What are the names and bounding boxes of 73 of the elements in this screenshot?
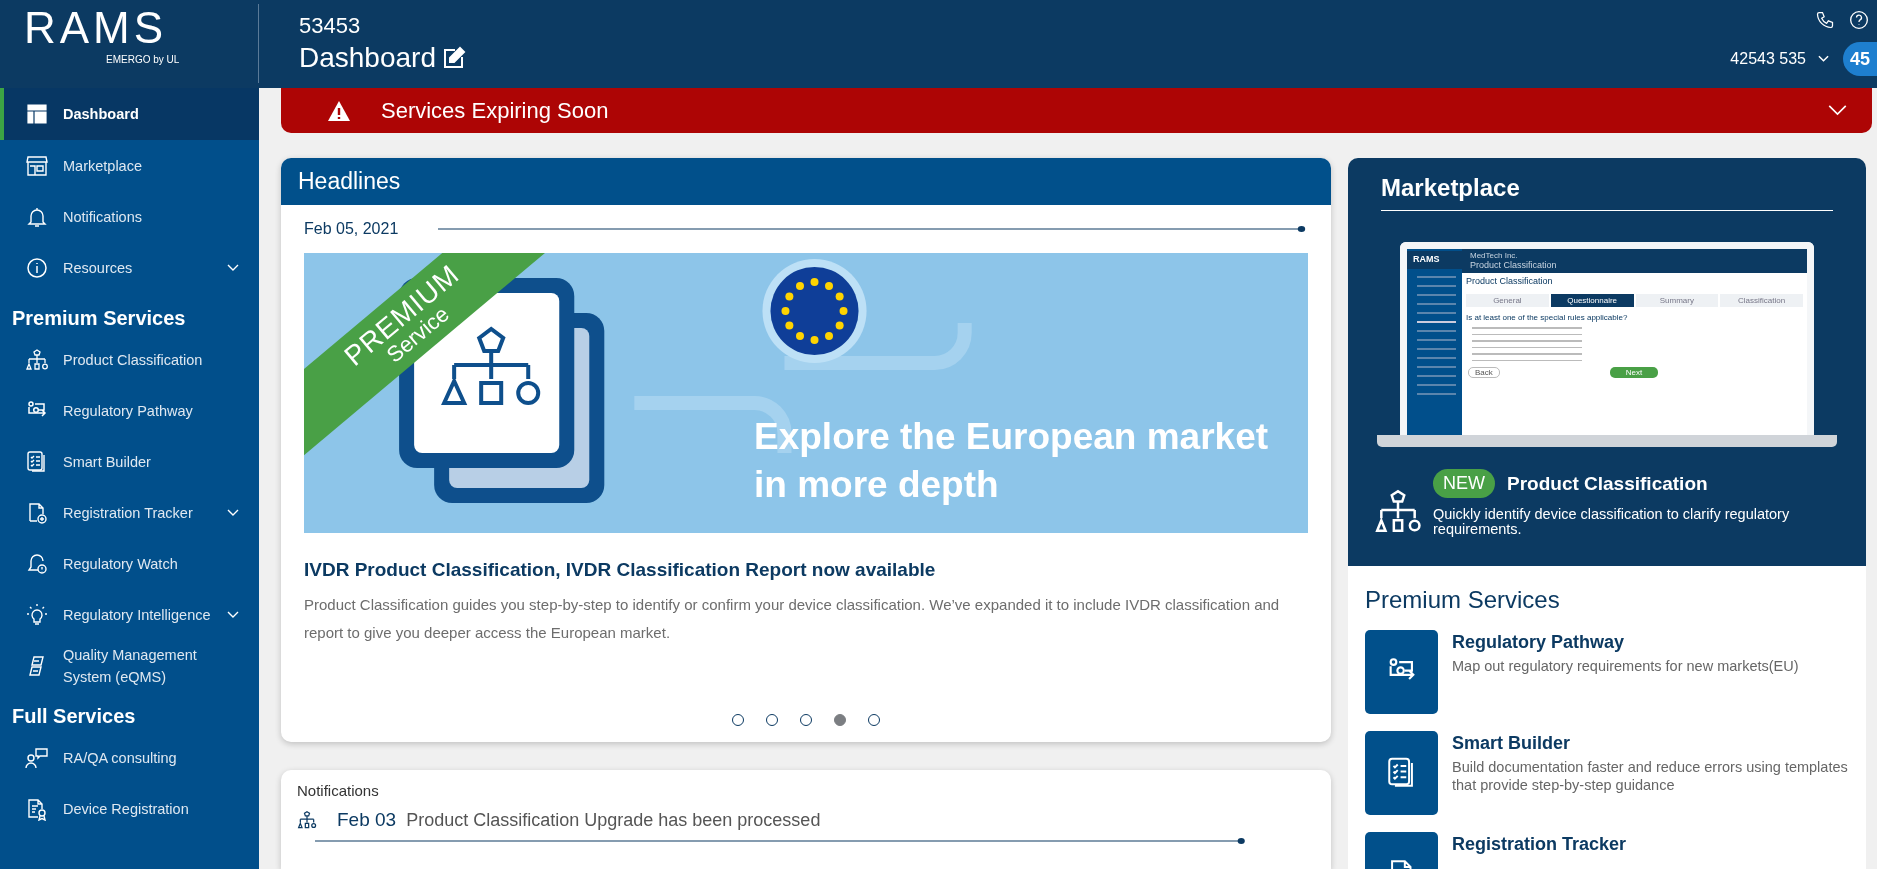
- info-icon: [25, 255, 49, 280]
- panel-title: Marketplace: [1381, 158, 1833, 211]
- edit-icon[interactable]: [442, 46, 466, 70]
- sidebar-item[interactable]: Notifications: [0, 191, 259, 242]
- product-description: Quickly identify device classification to clarify regulatory requirements.: [1433, 507, 1791, 537]
- chevron-down-icon[interactable]: [1828, 105, 1847, 116]
- help-icon[interactable]: [1849, 10, 1869, 30]
- dashboard-icon: [25, 102, 49, 126]
- account-dropdown[interactable]: 42543 535: [1730, 50, 1829, 68]
- page-title: Dashboard: [299, 41, 436, 75]
- preview-logo: RAMS: [1407, 251, 1462, 269]
- product-name[interactable]: Product Classification: [1507, 472, 1708, 495]
- sidebar-item[interactable]: Regulatory Pathway: [0, 385, 259, 436]
- headline-date: Feb 05, 2021: [304, 220, 399, 238]
- sidebar-item[interactable]: RA/QA consulting: [0, 732, 259, 783]
- sidebar-item[interactable]: Quality Management System (eQMS): [0, 640, 259, 691]
- panel-title: Premium Services: [1365, 586, 1561, 614]
- laptop-screen[interactable]: RAMS MedTech Inc. Product Classification Product Classification General Questionnaire Summary Classification Is at least one of the special rules applicable? Back Next: [1400, 242, 1814, 435]
- sidebar-item[interactable]: Regulatory Intelligence: [0, 589, 259, 640]
- logo-tagline: EMERGO by UL: [106, 54, 180, 65]
- account-id: 53453: [299, 12, 362, 40]
- sidebar-item[interactable]: Marketplace: [0, 140, 259, 191]
- service-title[interactable]: Smart Builder: [1452, 733, 1849, 754]
- service-title[interactable]: Regulatory Pathway: [1452, 632, 1799, 653]
- sidebar-item[interactable]: Smart Builder: [0, 436, 259, 487]
- preview-question: Is at least one of the special rules applicable?: [1466, 313, 1629, 322]
- service-tile[interactable]: [1365, 630, 1438, 714]
- alert-banner[interactable]: Services Expiring Soon: [281, 88, 1872, 133]
- consultant-icon: [25, 745, 49, 770]
- preview-next-button: Next: [1609, 367, 1659, 378]
- preview-header-title: Product Classification: [1470, 260, 1558, 270]
- chevron-down-icon[interactable]: [227, 263, 239, 272]
- sidebar-heading: Full Services: [11, 704, 137, 729]
- lightbulb-icon: [25, 602, 49, 627]
- sidebar-item[interactable]: Product Classification: [0, 334, 259, 385]
- sidebar-item[interactable]: Regulatory Watch: [0, 538, 259, 589]
- banner-headline: Explore the European market in more depth: [754, 415, 1270, 507]
- certificate-icon: [25, 796, 49, 821]
- preview-step: General: [1466, 294, 1549, 307]
- preview-step: Questionnaire: [1550, 294, 1634, 307]
- article-title[interactable]: IVDR Product Classification, IVDR Classification Report now available: [304, 559, 1308, 581]
- bell-alert-icon: [25, 551, 49, 576]
- sidebar-item[interactable]: Registration Tracker: [0, 487, 259, 538]
- sidebar-item[interactable]: Resources: [0, 242, 259, 293]
- warning-icon: [327, 99, 351, 122]
- preview-company: MedTech Inc.: [1470, 251, 1519, 260]
- service-title[interactable]: Registration Tracker: [1452, 834, 1627, 855]
- user-avatar[interactable]: 45: [1843, 42, 1877, 76]
- hierarchy-icon: [297, 810, 317, 830]
- card-title: Notifications: [297, 782, 380, 799]
- notification-date: Feb 03: [337, 809, 397, 831]
- carousel-dot[interactable]: [834, 714, 846, 726]
- service-description: Map out regulatory requirements for new markets(EU): [1452, 657, 1799, 675]
- article-text: Product Classification guides you step-by-step to identify or confirm your device classification. We’ve expanded it to include IVDR classification and report to give you deeper access the European market.: [304, 595, 1281, 643]
- sidebar-item[interactable]: Device Registration: [0, 783, 259, 834]
- new-badge: NEW: [1433, 469, 1495, 498]
- rams-logo[interactable]: RAMS: [24, 6, 168, 50]
- chevron-down-icon[interactable]: [227, 610, 239, 619]
- sidebar-item[interactable]: Dashboard: [0, 88, 259, 140]
- sidebar-heading: Premium Services: [11, 306, 187, 331]
- card-title: Headlines: [298, 168, 401, 195]
- service-tile[interactable]: [1365, 731, 1438, 815]
- preview-step: Classification: [1720, 294, 1803, 307]
- caret-icon[interactable]: [1818, 55, 1829, 63]
- preview-step: Summary: [1635, 294, 1719, 307]
- notification-text[interactable]: Product Classification Upgrade has been processed: [406, 809, 821, 831]
- hierarchy-icon: [25, 347, 49, 372]
- preview-back-button: Back: [1468, 367, 1500, 378]
- chevron-down-icon[interactable]: [227, 508, 239, 517]
- phone-icon[interactable]: [1815, 10, 1835, 30]
- preview-page-title: Product Classification: [1466, 276, 1554, 286]
- store-icon: [25, 153, 49, 178]
- service-description: Build documentation faster and reduce errors using templates that provide step-by-step guidance: [1452, 758, 1849, 794]
